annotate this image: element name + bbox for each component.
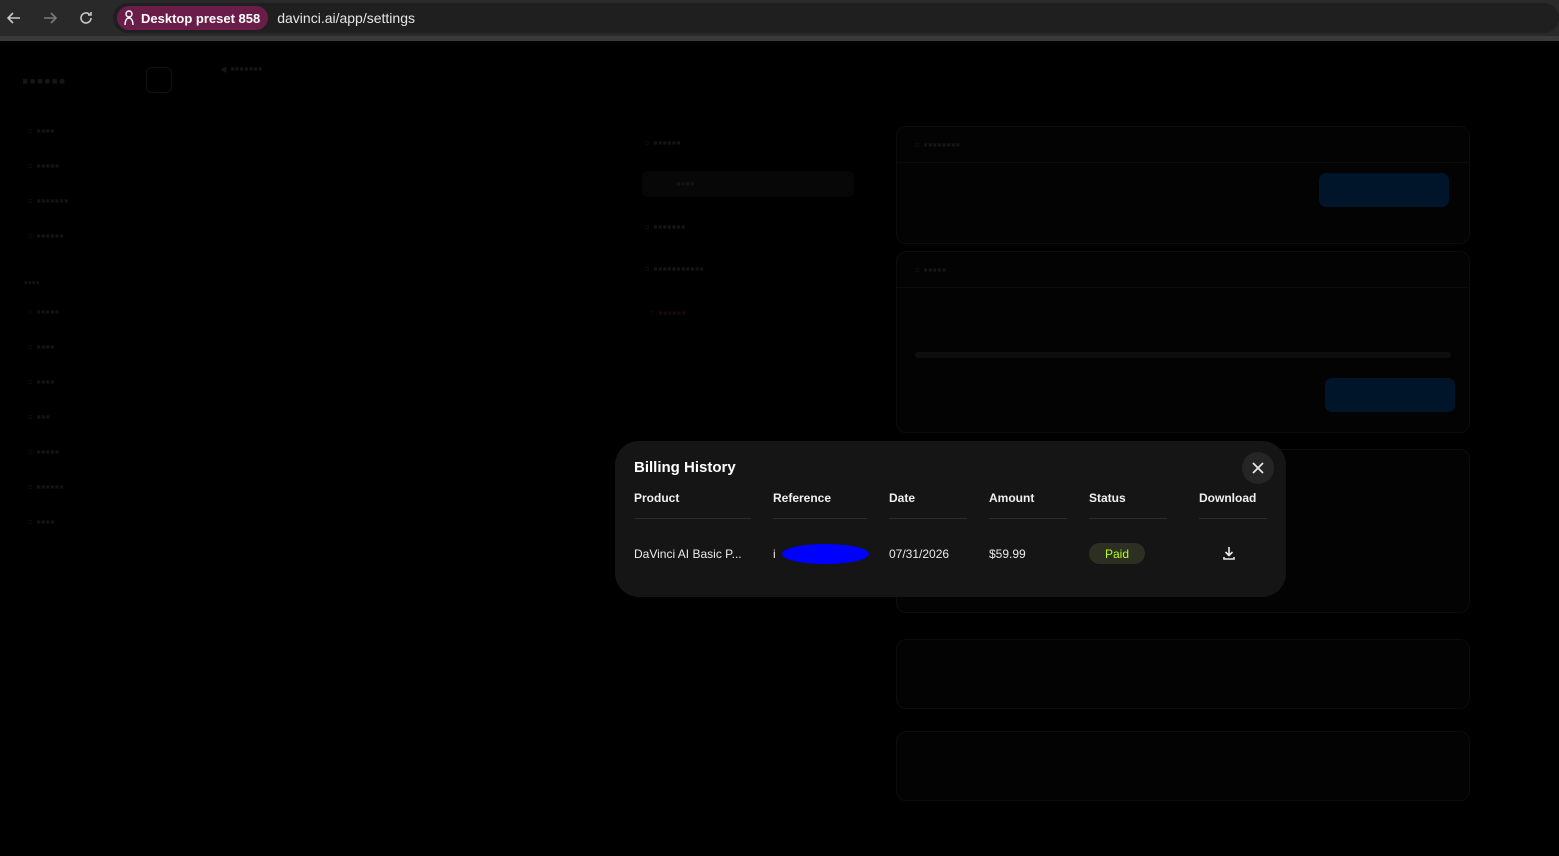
settings-nav-item: ▫ ▪▪▪▪▪▪▪▪▪▪▪ — [645, 261, 704, 276]
reload-button[interactable] — [68, 0, 104, 36]
cell-amount: $59.99 — [989, 547, 1026, 561]
sidebar-item: ▫ ▪▪▪▪▪▪ — [28, 228, 64, 243]
header-divider — [773, 518, 867, 519]
back-button[interactable] — [0, 0, 32, 36]
header-divider — [1199, 518, 1267, 519]
settings-card — [896, 639, 1470, 709]
column-header-download: Download — [1199, 491, 1257, 505]
arrow-right-icon — [44, 12, 58, 24]
sidebar-item: ▫ ▪▪▪▪ — [28, 514, 55, 529]
sidebar-item: ▫ ▪▪▪▪▪ — [28, 444, 60, 459]
reference-redaction-mark — [782, 544, 869, 564]
sidebar-item: ▫ ▪▪▪▪ — [28, 374, 55, 389]
sidebar-item: ▫ ▪▪▪ — [28, 409, 51, 424]
cell-date: 07/31/2026 — [889, 547, 950, 561]
cell-reference: i — [773, 547, 776, 561]
modal-title: Billing History — [634, 459, 736, 476]
person-icon — [124, 10, 134, 26]
cell-product: DaVinci AI Basic P... — [634, 547, 742, 561]
sidebar-collapse-button — [146, 67, 172, 93]
header-divider — [889, 518, 967, 519]
upgrade-button — [1319, 173, 1449, 207]
reload-icon — [80, 12, 92, 24]
danger-card — [896, 731, 1470, 801]
forward-button[interactable] — [32, 0, 68, 36]
app-logo: ▪▪▪▪▪▪ — [22, 71, 67, 91]
download-button[interactable] — [1221, 545, 1237, 561]
header-divider — [1089, 518, 1167, 519]
plan-card: ▫ ▪▪▪▪▪▪▪▪ — [896, 126, 1470, 244]
profile-chip[interactable]: Desktop preset 858 — [117, 6, 269, 30]
sidebar-item: ▫ ▪▪▪▪ — [28, 123, 55, 138]
column-header-amount: Amount — [989, 491, 1035, 505]
buy-credits-button — [1325, 378, 1455, 412]
settings-nav-item: ▫ ▪▪▪▪▪▪▪ — [645, 219, 686, 234]
close-icon — [1252, 462, 1264, 474]
header-divider — [634, 518, 751, 519]
breadcrumb: ◂ ▪▪▪▪▪▪▪ — [220, 61, 263, 76]
sidebar-item: ▫ ▪▪▪▪▪▪▪ — [28, 193, 69, 208]
column-header-status: Status — [1089, 491, 1126, 505]
arrow-left-icon — [6, 12, 20, 24]
sidebar-item: ▫ ▪▪▪▪▪ — [28, 304, 60, 319]
logout-link: ▫ ▪▪▪▪▪▪ — [650, 305, 686, 320]
close-button[interactable] — [1242, 452, 1274, 484]
sidebar-item: ▫ ▪▪▪▪▪ — [28, 158, 60, 173]
column-header-product: Product — [634, 491, 680, 505]
card-header: ▫ ▪▪▪▪▪ — [897, 252, 1469, 288]
card-header: ▫ ▪▪▪▪▪▪▪▪ — [897, 127, 1469, 163]
url-text: davinci.ai/app/settings — [277, 10, 415, 26]
settings-nav-item-active: ▪▪▪▪ — [642, 171, 854, 197]
billing-history-modal: Billing History Product Reference Date A… — [615, 441, 1286, 597]
usage-bar — [915, 352, 1451, 358]
profile-label: Desktop preset 858 — [141, 10, 261, 26]
sidebar-item: ▫ ▪▪▪▪▪▪ — [28, 479, 64, 494]
header-divider — [989, 518, 1067, 519]
usage-card: ▫ ▪▪▪▪▪ — [896, 251, 1470, 433]
column-header-date: Date — [889, 491, 916, 505]
column-header-reference: Reference — [773, 491, 832, 505]
download-icon — [1223, 547, 1235, 560]
status-badge: Paid — [1089, 543, 1145, 564]
sidebar-item: ▫ ▪▪▪▪ — [28, 339, 55, 354]
sidebar-section-label: ▪▪▪▪ — [24, 277, 40, 289]
browser-toolbar: Desktop preset 858 davinci.ai/app/settin… — [0, 0, 1559, 36]
settings-nav-item: ▫ ▪▪▪▪▪▪ — [645, 135, 681, 150]
address-bar[interactable]: Desktop preset 858 davinci.ai/app/settin… — [113, 3, 1559, 33]
